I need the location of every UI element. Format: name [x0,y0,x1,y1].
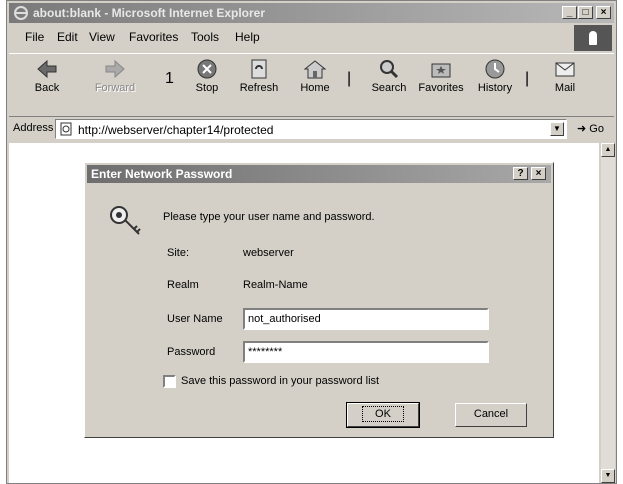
password-label: Password [167,346,216,358]
save-password-label: Save this password in your password list [181,375,380,387]
mail-label: Mail [554,82,576,94]
dialog-help-button[interactable]: ? [513,167,528,180]
realm-label: Realm [167,279,199,291]
forward-button[interactable]: Forward [91,58,139,94]
back-button[interactable]: Back [23,58,71,94]
address-label: Address [13,122,54,134]
address-input[interactable]: http://webserver/chapter14/protected ▼ [55,119,567,139]
back-arrow-icon [37,59,57,79]
scroll-down-button[interactable]: ▼ [601,469,615,483]
ok-label: OK [362,406,404,422]
close-button[interactable]: × [596,6,611,19]
password-input[interactable] [243,341,489,363]
menu-favorites[interactable]: Favorites [129,30,178,44]
history-button[interactable]: History [471,58,519,94]
stop-button[interactable]: Stop [183,58,231,94]
save-password-checkbox[interactable] [163,375,176,388]
address-bar: Address http://webserver/chapter14/prote… [9,117,614,141]
page-icon [59,122,73,139]
mail-icon [555,62,575,77]
site-value: webserver [243,247,294,259]
site-label: Site: [167,247,190,259]
maximize-button[interactable]: □ [578,6,593,19]
toolbar-separator: | [347,70,352,87]
favorites-folder-icon [431,63,451,78]
history-label: History [477,82,513,94]
standard-toolbar: Back Forward 1 Stop Refresh Home | Searc… [9,53,614,117]
favorites-button[interactable]: Favorites [417,58,465,94]
scroll-up-button[interactable]: ▲ [601,143,615,157]
vertical-scrollbar[interactable]: ▲ ▼ [601,143,615,483]
window-title: about:blank - Microsoft Internet Explore… [33,6,266,20]
home-icon [303,60,327,79]
mail-button[interactable]: Mail [541,58,589,94]
menu-view[interactable]: View [89,30,115,44]
search-button[interactable]: Search [365,58,413,94]
realm-value: Realm-Name [243,279,308,291]
menu-edit[interactable]: Edit [57,30,78,44]
username-input[interactable] [243,308,489,330]
stop-icon [197,59,217,79]
dialog-prompt: Please type your user name and password. [163,211,375,223]
back-label: Back [34,82,60,94]
search-label: Search [371,82,407,94]
network-password-dialog: Enter Network Password ? × Please type y… [84,162,554,438]
windows-logo-icon [574,25,612,51]
dialog-title: Enter Network Password [91,167,233,181]
dialog-close-button[interactable]: × [531,167,546,180]
home-button[interactable]: Home [291,58,339,94]
go-button[interactable]: ➜ Go [577,122,604,135]
refresh-label: Refresh [239,82,279,94]
forward-arrow-icon [105,59,125,79]
cancel-label: Cancel [473,408,509,420]
address-dropdown-button[interactable]: ▼ [550,122,564,136]
search-icon [380,60,399,79]
menu-help[interactable]: Help [235,30,260,44]
toolbar-separator-2: | [525,70,530,87]
menu-file[interactable]: File [25,30,44,44]
toolbar-marker: 1 [165,70,174,87]
ok-button[interactable]: OK [346,402,420,428]
stop-label: Stop [195,82,219,94]
menu-tools[interactable]: Tools [191,30,219,44]
history-icon [485,59,505,79]
forward-label: Forward [94,82,136,94]
username-label: User Name [167,313,223,325]
home-label: Home [300,82,330,94]
address-url: http://webserver/chapter14/protected [78,123,274,137]
dialog-title-bar: Enter Network Password ? × [87,165,551,183]
refresh-button[interactable]: Refresh [235,58,283,94]
menu-bar: File Edit View Favorites Tools Help [9,27,614,49]
title-bar: about:blank - Microsoft Internet Explore… [9,3,614,23]
refresh-icon [251,59,267,79]
go-arrow-icon: ➜ [577,123,587,135]
ie-logo-icon [13,5,29,21]
keys-icon [107,203,147,242]
minimize-button[interactable]: _ [562,6,577,19]
cancel-button[interactable]: Cancel [455,403,527,427]
favorites-label: Favorites [418,82,464,94]
go-label: Go [589,123,604,135]
